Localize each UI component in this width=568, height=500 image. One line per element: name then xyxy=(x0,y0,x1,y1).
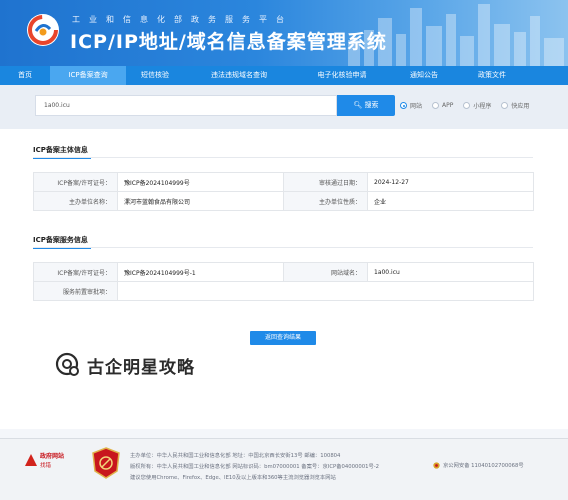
police-badge-icon xyxy=(433,461,440,469)
page-title: ICP/IP地址/域名信息备案管理系统 xyxy=(70,31,387,53)
search-type-options: 网站 APP 小程序 快应用 xyxy=(400,101,529,110)
service-license-value: 豫ICP备2024104999号-1 xyxy=(117,262,284,282)
police-record-text: 京公网安备 11040102700068号 xyxy=(443,463,524,469)
nav-item-icp-query[interactable]: ICP备案查询 xyxy=(50,66,126,85)
gov-logo-text: 政府网站 xyxy=(40,453,65,460)
domain-value: 1a00.icu xyxy=(367,262,534,282)
preapproval-value xyxy=(117,281,534,301)
gov-website-logo[interactable]: 政府网站 找错 xyxy=(24,449,72,475)
table-row: 主办单位名称： 漯河市蓝翰食品有限公司 主办单位性质： 企业 xyxy=(33,191,534,211)
approved-date-label: 审核通过日期： xyxy=(283,172,368,192)
search-icon: 🔍︎ xyxy=(353,101,363,109)
org-name-value: 漯河市蓝翰食品有限公司 xyxy=(117,191,284,211)
watermark: 古企明星攻略 xyxy=(55,352,195,378)
header-subtitle: 工业和信息化部政务服务平台 xyxy=(72,15,293,24)
nav-item-policies[interactable]: 政策文件 xyxy=(458,66,526,85)
footer-line-1: 主办单位：中华人民共和国工业和信息化部 地址：中国北京西长安街13号 邮编：10… xyxy=(130,453,341,459)
footer-line-3: 建议您使用Chrome、Firefox、Edge、IE10及以上版本和360等主… xyxy=(130,475,336,481)
search-input[interactable]: 1a00.icu xyxy=(35,95,337,116)
nav-item-sms-verify[interactable]: 短信核验 xyxy=(126,66,184,85)
party-emblem-icon xyxy=(92,447,120,479)
watermark-logo-icon xyxy=(55,352,79,376)
org-nature-value: 企业 xyxy=(367,191,534,211)
org-nature-label: 主办单位性质： xyxy=(283,191,368,211)
radio-app[interactable]: APP xyxy=(432,101,453,110)
radio-miniprogram[interactable]: 小程序 xyxy=(463,101,491,110)
subject-info-table: ICP备案/许可证号： 豫ICP备2024104999号 审核通过日期： 202… xyxy=(33,172,534,211)
service-section-title: ICP备案服务信息 xyxy=(33,236,91,249)
subject-section-title: ICP备案主体信息 xyxy=(33,146,91,159)
radio-dot xyxy=(463,102,471,109)
radio-dot xyxy=(432,102,440,109)
radio-label: 小程序 xyxy=(473,103,492,110)
main-nav: 首页 ICP备案查询 短信核验 违法违规域名查询 电子化核验申请 通知公告 政策… xyxy=(0,66,568,85)
org-name-label: 主办单位名称： xyxy=(33,191,118,211)
license-value: 豫ICP备2024104999号 xyxy=(117,172,284,192)
radio-label: APP xyxy=(442,102,454,109)
police-record[interactable]: 京公网安备 11040102700068号 xyxy=(433,461,524,469)
service-info-table: ICP备案/许可证号： 豫ICP备2024104999号-1 网站域名： 1a0… xyxy=(33,262,534,301)
radio-quickapp[interactable]: 快应用 xyxy=(501,101,529,110)
radio-label: 网站 xyxy=(410,103,423,110)
table-row: 服务前置审批项： xyxy=(33,281,534,301)
result-panel: ICP备案主体信息 ICP备案/许可证号： 豫ICP备2024104999号 审… xyxy=(0,129,568,429)
watermark-text: 古企明星攻略 xyxy=(87,357,195,378)
search-button-label: 搜索 xyxy=(364,101,379,109)
miit-logo-icon xyxy=(27,14,59,46)
nav-item-home[interactable]: 首页 xyxy=(0,66,50,85)
nav-item-notices[interactable]: 通知公告 xyxy=(390,66,458,85)
table-row: ICP备案/许可证号： 豫ICP备2024104999号 审核通过日期： 202… xyxy=(33,172,534,192)
radio-label: 快应用 xyxy=(511,103,530,110)
header-banner: 工业和信息化部政务服务平台 ICP/IP地址/域名信息备案管理系统 xyxy=(0,0,568,66)
nav-item-illegal-domain[interactable]: 违法违规域名查询 xyxy=(184,66,294,85)
radio-website[interactable]: 网站 xyxy=(400,101,422,110)
search-area: 1a00.icu 🔍︎ 搜索 网站 APP 小程序 快应用 xyxy=(0,85,568,129)
gov-flag-icon xyxy=(25,454,37,466)
back-to-results-button[interactable]: 返回查询结果 xyxy=(250,331,316,345)
footer: 政府网站 找错 主办单位：中华人民共和国工业和信息化部 地址：中国北京西长安街1… xyxy=(0,438,568,500)
preapproval-label: 服务前置审批项： xyxy=(33,281,118,301)
search-button[interactable]: 🔍︎ 搜索 xyxy=(337,95,395,116)
divider xyxy=(33,247,533,248)
license-label: ICP备案/许可证号： xyxy=(33,172,118,192)
footer-line-2: 版权所有：中华人民共和国工业和信息化部 网站标识码：bm07000001 备案号… xyxy=(130,464,380,470)
service-license-label: ICP备案/许可证号： xyxy=(33,262,118,282)
nav-item-e-verify[interactable]: 电子化核验申请 xyxy=(294,66,390,85)
divider xyxy=(33,157,533,158)
approved-date-value: 2024-12-27 xyxy=(367,172,534,192)
table-row: ICP备案/许可证号： 豫ICP备2024104999号-1 网站域名： 1a0… xyxy=(33,262,534,282)
radio-dot xyxy=(400,102,407,109)
domain-label: 网站域名： xyxy=(283,262,368,282)
gov-logo-sub: 找错 xyxy=(40,463,52,469)
radio-dot xyxy=(501,102,509,109)
